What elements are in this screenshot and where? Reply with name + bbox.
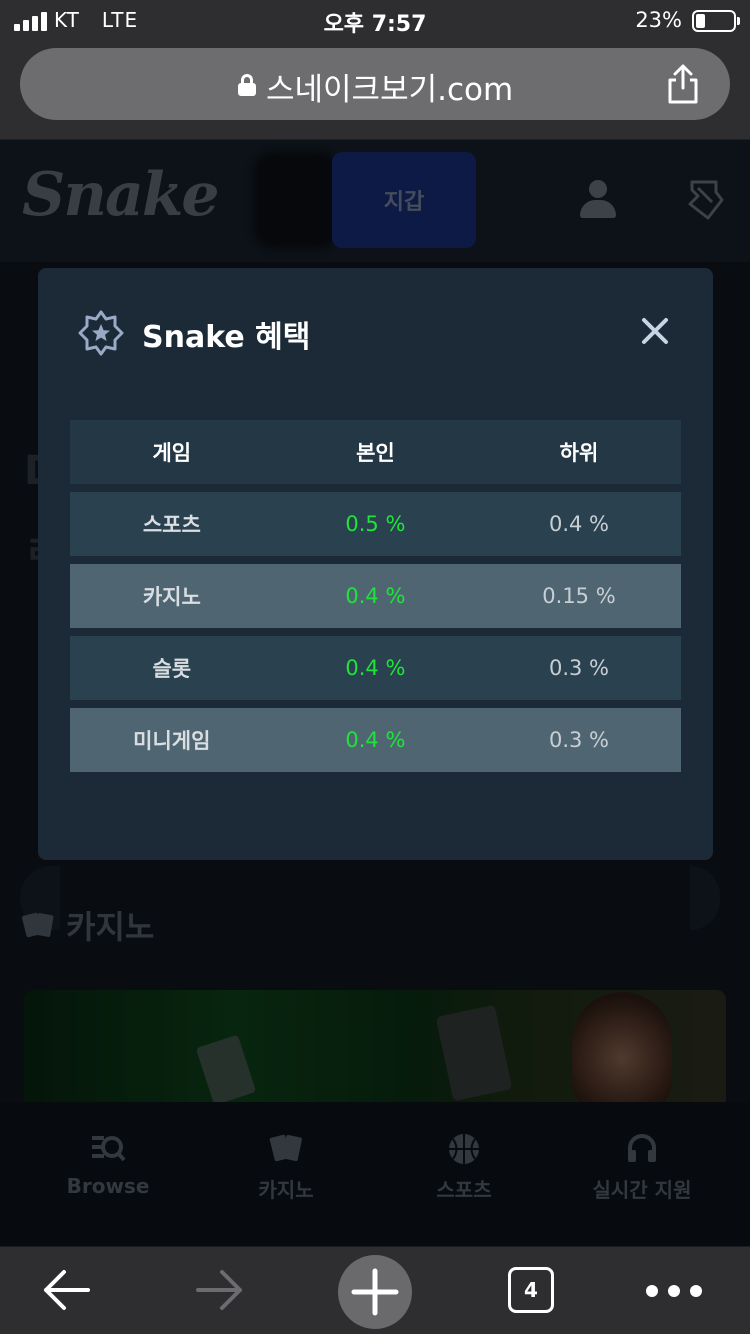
table-header: 게임 본인 하위 xyxy=(70,420,681,484)
close-icon[interactable] xyxy=(638,314,672,348)
plus-icon xyxy=(351,1268,399,1316)
browser-address-area: 스네이크보기.com xyxy=(0,40,750,140)
status-bar: KT LTE 오후 7:57 23% xyxy=(0,0,750,40)
sub-rate: 0.4 % xyxy=(548,512,609,536)
address-bar[interactable]: 스네이크보기.com xyxy=(20,48,730,120)
sub-rate: 0.3 % xyxy=(548,656,609,680)
self-rate: 0.4 % xyxy=(345,584,406,608)
back-arrow-icon[interactable] xyxy=(40,1267,92,1313)
table-row: 스포츠 0.5 % 0.4 % xyxy=(70,492,681,556)
url-text: 스네이크보기.com xyxy=(266,72,514,108)
game-name: 스포츠 xyxy=(142,513,201,537)
sub-rate: 0.3 % xyxy=(548,728,609,752)
table-row: 카지노 0.4 % 0.15 % xyxy=(70,564,681,628)
new-tab-button[interactable] xyxy=(338,1255,412,1329)
battery-percent: 23% xyxy=(635,8,682,32)
table-row: 미니게임 0.4 % 0.3 % xyxy=(70,708,681,772)
column-header-sub: 하위 xyxy=(559,441,599,465)
self-rate: 0.4 % xyxy=(345,656,406,680)
modal-title: Snake 혜택 xyxy=(142,320,311,355)
sub-rate: 0.15 % xyxy=(542,584,616,608)
battery-icon xyxy=(692,10,740,32)
more-icon[interactable] xyxy=(646,1285,702,1297)
game-name: 카지노 xyxy=(142,585,201,609)
column-header-game: 게임 xyxy=(152,441,192,465)
lock-icon xyxy=(238,74,256,96)
game-name: 슬롯 xyxy=(152,657,192,681)
game-name: 미니게임 xyxy=(133,729,211,753)
table-row: 슬롯 0.4 % 0.3 % xyxy=(70,636,681,700)
star-badge-icon xyxy=(78,310,124,356)
share-icon[interactable] xyxy=(666,64,700,104)
benefits-modal: Snake 혜택 게임 본인 하위 스포츠 0.5 % 0.4 % 카지노 0.… xyxy=(38,268,713,860)
self-rate: 0.4 % xyxy=(345,728,406,752)
forward-arrow-icon[interactable] xyxy=(194,1267,246,1313)
column-header-self: 본인 xyxy=(356,441,395,465)
browser-toolbar: 4 xyxy=(0,1246,750,1334)
tabs-button[interactable]: 4 xyxy=(508,1267,554,1313)
self-rate: 0.5 % xyxy=(345,512,406,536)
